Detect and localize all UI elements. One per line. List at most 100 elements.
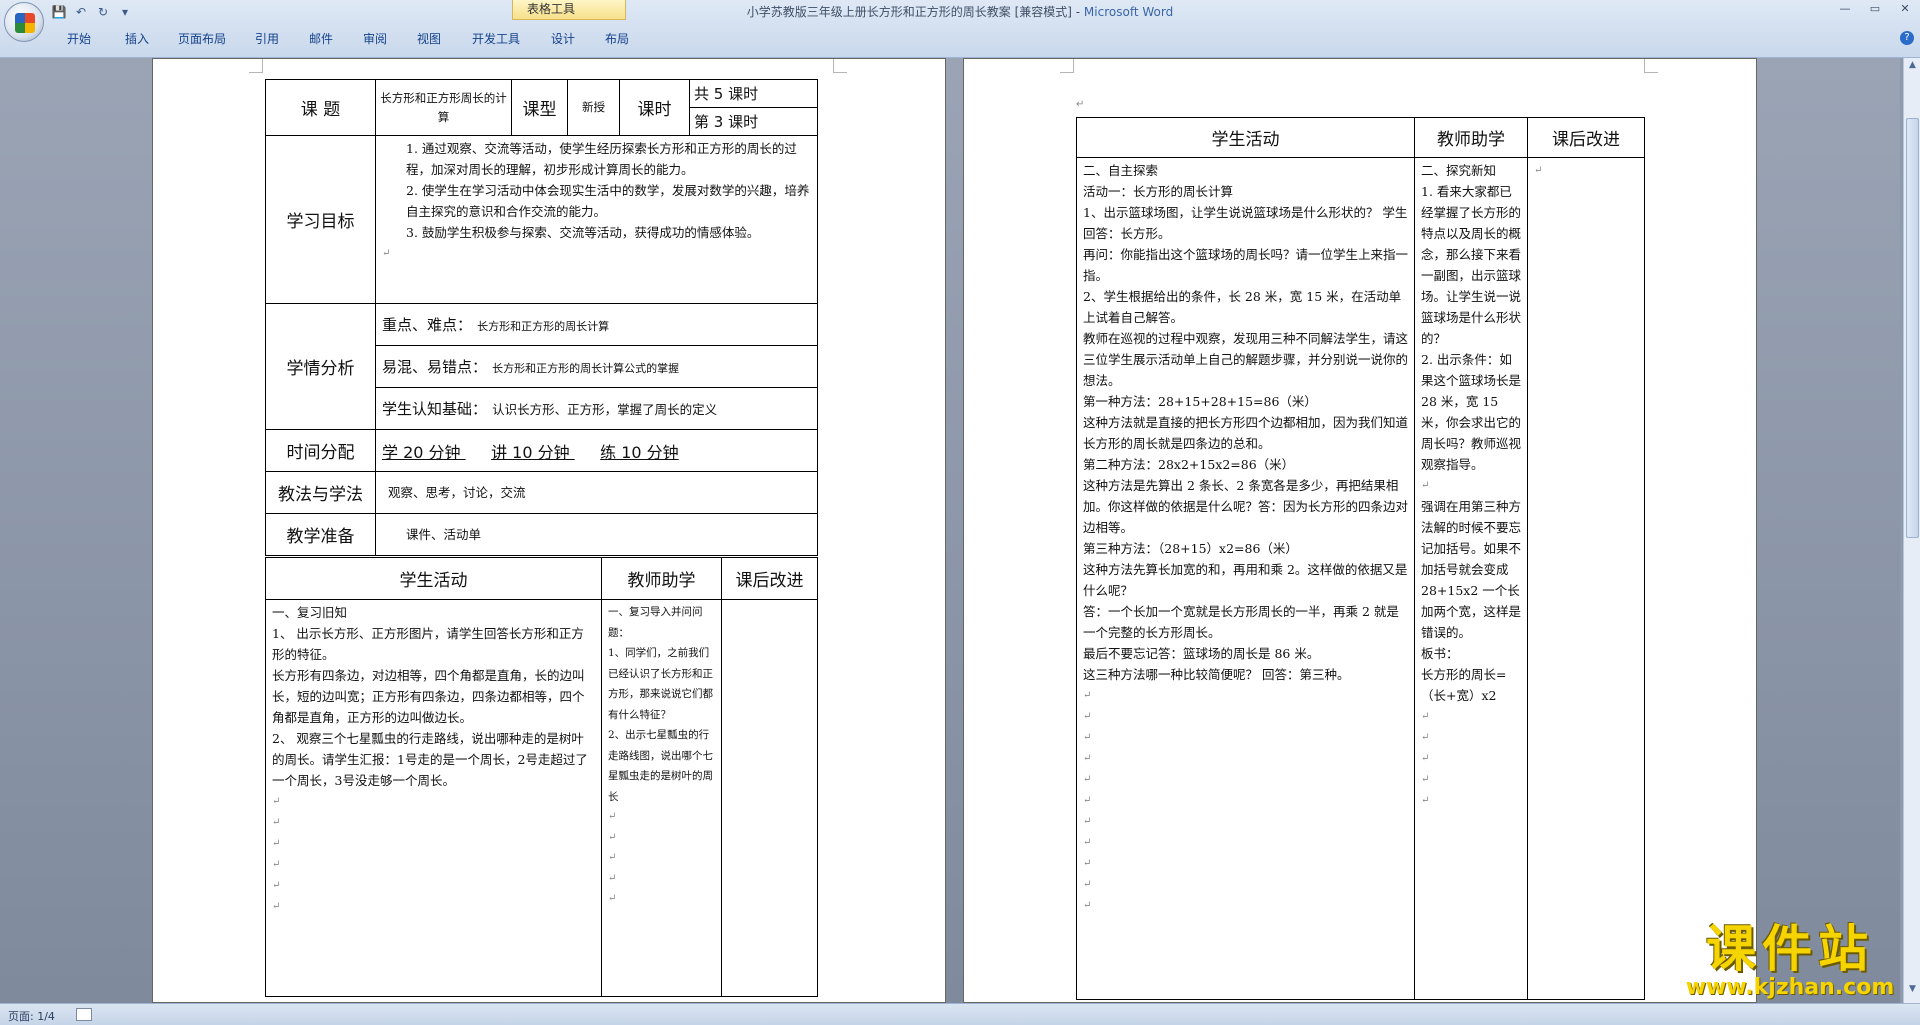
student-line: 这三种方法哪一种比较简便呢？ 回答：第三种。 [1083,667,1350,682]
tab-layout[interactable]: 布局 [590,26,644,50]
student-line: 这种方法先算长加宽的和，再用和乘 2。这样做的依据又是什么呢？ [1083,562,1408,598]
error-points-cell[interactable]: 易混、易错点： 长方形和正方形的周长计算公式的掌握 [375,345,818,388]
paragraph-mark: ↵ [1083,837,1092,848]
teacher-help-cell[interactable]: 一、复习导入并问问题： 1、同学们，之前我们已经认识了长方形和正方形，那来说说它… [601,599,722,997]
margin-corner-marker [833,59,847,73]
scroll-up-icon[interactable]: ▲ [1906,60,1919,74]
prep-value[interactable]: 课件、活动单 [375,513,818,556]
paragraph-mark: ↵ [608,811,617,822]
paragraph-mark: ↵ [608,831,617,843]
paragraph-mark: ↵ [1083,879,1092,890]
teacher-help-cell[interactable]: 二、探究新知 1. 看来大家都已经掌握了长方形的特点以及周长的概念，那么接下来看… [1414,157,1528,1000]
student-activity-cell[interactable]: 二、自主探索 活动一：长方形的周长计算 1、出示篮球场图，让学生说说篮球场是什么… [1076,157,1415,1000]
status-bar: 页面: 1/4 [0,1003,1920,1025]
goal-item: 1. 通过观察、交流等活动，使学生经历探索长方形和正方形的周长的过程，加深对周长… [406,141,797,177]
type-value[interactable]: 新授 [567,79,620,136]
header-teacher-help: 教师助学 [601,557,722,600]
tab-insert[interactable]: 插入 [110,26,164,50]
tab-home[interactable]: 开始 [48,26,110,50]
save-icon[interactable]: 💾 [50,4,68,20]
paragraph-mark: ↵ [608,872,617,884]
tab-mailings[interactable]: 邮件 [294,26,348,50]
student-line: 1、 出示长方形、正方形图片，请学生回答长方形和正方形的特征。 [272,626,584,662]
student-line: 最后不要忘记答：篮球场的周长是 86 米。 [1083,646,1320,661]
document-page-1[interactable]: 课 题 长方形和正方形周长的计算 课型 新授 课时 共 5 课时 第 3 课时 … [152,58,946,1003]
document-page-2[interactable]: ↵ 学生活动 教师助学 课后改进 二、自主探索 活动一：长方形的周长计算 1、出… [963,58,1757,1003]
time-learn: 学 20 分钟 [382,442,466,462]
close-button[interactable]: ✕ [1890,0,1920,18]
teacher-line: 板书： [1421,646,1459,661]
activity-table-page1: 学生活动 教师助学 课后改进 一、复习旧知 1、 出示长方形、正方形图片，请学生… [265,557,818,997]
paragraph-mark: ↵ [272,796,281,807]
paragraph-mark: ↵ [1421,711,1430,722]
student-line: 一、复习旧知 [272,605,348,620]
hours-total[interactable]: 共 5 课时 [689,79,818,108]
key-points-value: 长方形和正方形的周长计算 [477,320,610,333]
teacher-line: 1. 看来大家都已经掌握了长方形的特点以及周长的概念，那么接下来看一副图，出示篮… [1421,184,1522,346]
paragraph-mark: ↵ [1421,480,1430,491]
watermark-text: 课件站 [1706,920,1874,978]
paragraph-mark: ↵ [1083,753,1092,764]
tab-review[interactable]: 审阅 [348,26,402,50]
office-button[interactable] [4,2,44,42]
tab-references[interactable]: 引用 [240,26,294,50]
goal-item: 3. 鼓励学生积极参与探索、交流等活动，获得成功的情感体验。 [406,225,760,240]
hours-current[interactable]: 第 3 课时 [689,107,818,136]
time-allocation-cell[interactable]: 学 20 分钟 讲 10 分钟 练 10 分钟 [375,429,818,472]
margin-corner-marker [1060,59,1074,73]
margin-corner-marker [1644,59,1658,73]
header-student-activity: 学生活动 [1076,117,1415,158]
paragraph-mark: ↵ [1083,816,1092,827]
lesson-title[interactable]: 长方形和正方形周长的计算 [375,79,512,136]
method-value[interactable]: 观察、思考，讨论，交流 [375,471,818,514]
watermark-url: www.kjzhan.com [1685,975,1895,1000]
key-points-cell[interactable]: 重点、难点： 长方形和正方形的周长计算 [375,303,818,346]
paragraph-mark: ↵ [1083,711,1092,722]
header-student-activity: 学生活动 [265,557,602,600]
paragraph-mark: ↵ [272,880,281,891]
prep-label: 教学准备 [265,513,376,556]
tab-developer[interactable]: 开发工具 [456,26,536,50]
paragraph-mark: ↵ [272,817,281,828]
paragraph-mark: ↵ [1083,732,1092,743]
goal-item: 2. 使学生在学习活动中体会现实生活中的数学，发展对数学的兴趣，培养自主探究的意… [406,183,810,219]
paragraph-mark: ↵ [1421,732,1430,743]
goals-label: 学习目标 [265,135,376,304]
scrollbar-thumb[interactable] [1906,118,1919,538]
tab-page-layout[interactable]: 页面布局 [164,26,240,50]
tab-design[interactable]: 设计 [536,26,590,50]
redo-icon[interactable]: ↻ [94,4,112,20]
goals-cell[interactable]: 1. 通过观察、交流等活动，使学生经历探索长方形和正方形的周长的过程，加深对周长… [375,135,818,304]
after-class-cell[interactable] [721,599,818,997]
paragraph-mark: ↵ [1421,774,1430,785]
paragraph-mark: ↵ [608,893,617,904]
cognitive-basis-cell[interactable]: 学生认知基础： 认识长方形、正方形，掌握了周长的定义 [375,387,818,430]
margin-corner-marker [249,59,263,73]
time-practice: 练 10 分钟 [600,442,679,462]
customize-qat-icon[interactable]: ▾ [116,4,134,20]
minimize-button[interactable]: — [1830,0,1860,18]
student-line: 第二种方法：28x2+15x2=86（米） [1083,457,1295,472]
student-line: 2、 观察三个七星瓢虫的行走路线，说出哪种走的是树叶的周长。请学生汇报：1号走的… [272,731,588,788]
ribbon-tabs: 开始 插入 页面布局 引用 邮件 审阅 视图 开发工具 设计 布局 [48,26,644,50]
student-line: 这种方法就是直接的把长方形四个边都相加，因为我们知道长方形的周长就是四条边的总和… [1083,415,1409,451]
app-name: Microsoft Word [1083,5,1174,19]
type-label: 课型 [511,79,568,136]
paragraph-mark: ↵ [1076,99,1085,110]
student-line: 第一种方法：28+15+28+15=86（米） [1083,394,1317,409]
student-line: 答：一个长加一个宽就是长方形周长的一半，再乘 2 就是一个完整的长方形周长。 [1083,604,1399,640]
teacher-line: 1、同学们，之前我们已经认识了长方形和正方形，那来说说它们都有什么特征？ [608,647,713,721]
student-activity-cell[interactable]: 一、复习旧知 1、 出示长方形、正方形图片，请学生回答长方形和正方形的特征。 长… [265,599,602,997]
teacher-line: 长方形的周长=（长+宽）x2 [1421,667,1507,703]
vertical-scrollbar[interactable]: ▲ ▼ [1903,58,1920,1003]
help-icon[interactable]: ? [1900,31,1914,45]
proofing-icon[interactable] [76,1008,92,1021]
error-points-value: 长方形和正方形的周长计算公式的掌握 [492,362,680,375]
maximize-button[interactable]: ▭ [1860,0,1890,18]
page-counter[interactable]: 页面: 1/4 [8,1008,55,1024]
after-class-cell[interactable]: ↵ [1527,157,1645,1000]
undo-icon[interactable]: ↶ [72,4,90,20]
analysis-label: 学情分析 [265,303,376,430]
tab-view[interactable]: 视图 [402,26,456,50]
student-line: 2、学生根据给出的条件，长 28 米，宽 15 米，在活动单上试着自己解答。 [1083,289,1402,325]
